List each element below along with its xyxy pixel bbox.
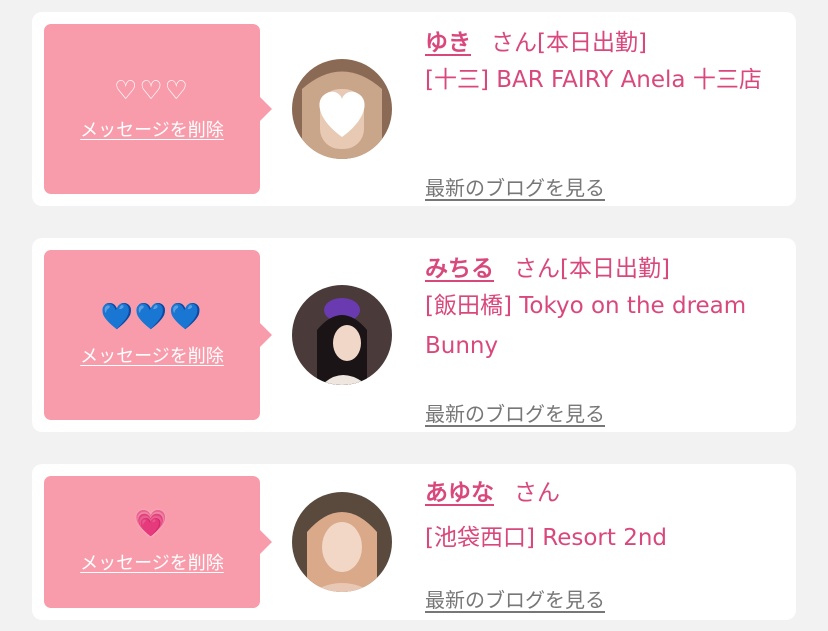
cast-name[interactable]: みちる [425,256,494,282]
avatar[interactable] [292,59,392,159]
delete-message-link[interactable]: メッセージを削除 [80,549,224,575]
avatar[interactable] [292,492,392,592]
shop-name: [飯田橋] Tokyo on the dream Bunny [425,293,747,359]
delete-message-link[interactable]: メッセージを削除 [80,342,224,368]
name-line: あゆな さん [425,476,785,510]
message-bubble: 💙💙💙 メッセージを削除 [44,250,272,420]
cast-name[interactable]: あゆな [425,480,494,506]
message-bubble: ♡♡♡ メッセージを削除 [44,24,272,194]
status-badge: [本日出勤] [560,256,670,282]
shop-name: [池袋西口] Resort 2nd [425,525,668,551]
honorific: さん [491,30,537,56]
name-line: みちる さん[本日出勤] [425,252,785,286]
outline-hearts-icon: ♡♡♡ [114,76,190,106]
shop-name: [十三] BAR FAIRY Anela 十三店 [425,67,762,93]
blue-hearts-icon: 💙💙💙 [100,302,204,332]
avatar[interactable] [292,285,392,385]
latest-blog-link[interactable]: 最新のブログを見る [425,584,605,613]
cast-info: みちる さん[本日出勤] [飯田橋] Tokyo on the dream Bun… [425,252,785,426]
favorite-card: 💗 メッセージを削除 あゆな さん [池袋西口] Resort 2nd 最新のブロ… [32,464,796,620]
honorific: さん [514,256,560,282]
delete-message-link[interactable]: メッセージを削除 [80,116,224,142]
pink-heart-icon: 💗 [134,509,170,539]
favorite-card: 💙💙💙 メッセージを削除 みちる さん[本日出勤] [飯田橋] Tokyo on … [32,238,796,432]
latest-blog-link[interactable]: 最新のブログを見る [425,172,605,201]
latest-blog-link[interactable]: 最新のブログを見る [425,398,605,427]
cast-name[interactable]: ゆき [425,30,471,56]
cast-info: ゆき さん[本日出勤] [十三] BAR FAIRY Anela 十三店 最新のブ… [425,26,785,200]
favorite-card: ♡♡♡ メッセージを削除 ゆき さん[本日出勤] [十三] BAR FAIRY A… [32,12,796,206]
status-badge: [本日出勤] [537,30,647,56]
honorific: さん [514,480,560,506]
message-bubble: 💗 メッセージを削除 [44,476,272,608]
cast-info: あゆな さん [池袋西口] Resort 2nd 最新のブログを見る [425,476,785,612]
name-line: ゆき さん[本日出勤] [425,26,785,60]
